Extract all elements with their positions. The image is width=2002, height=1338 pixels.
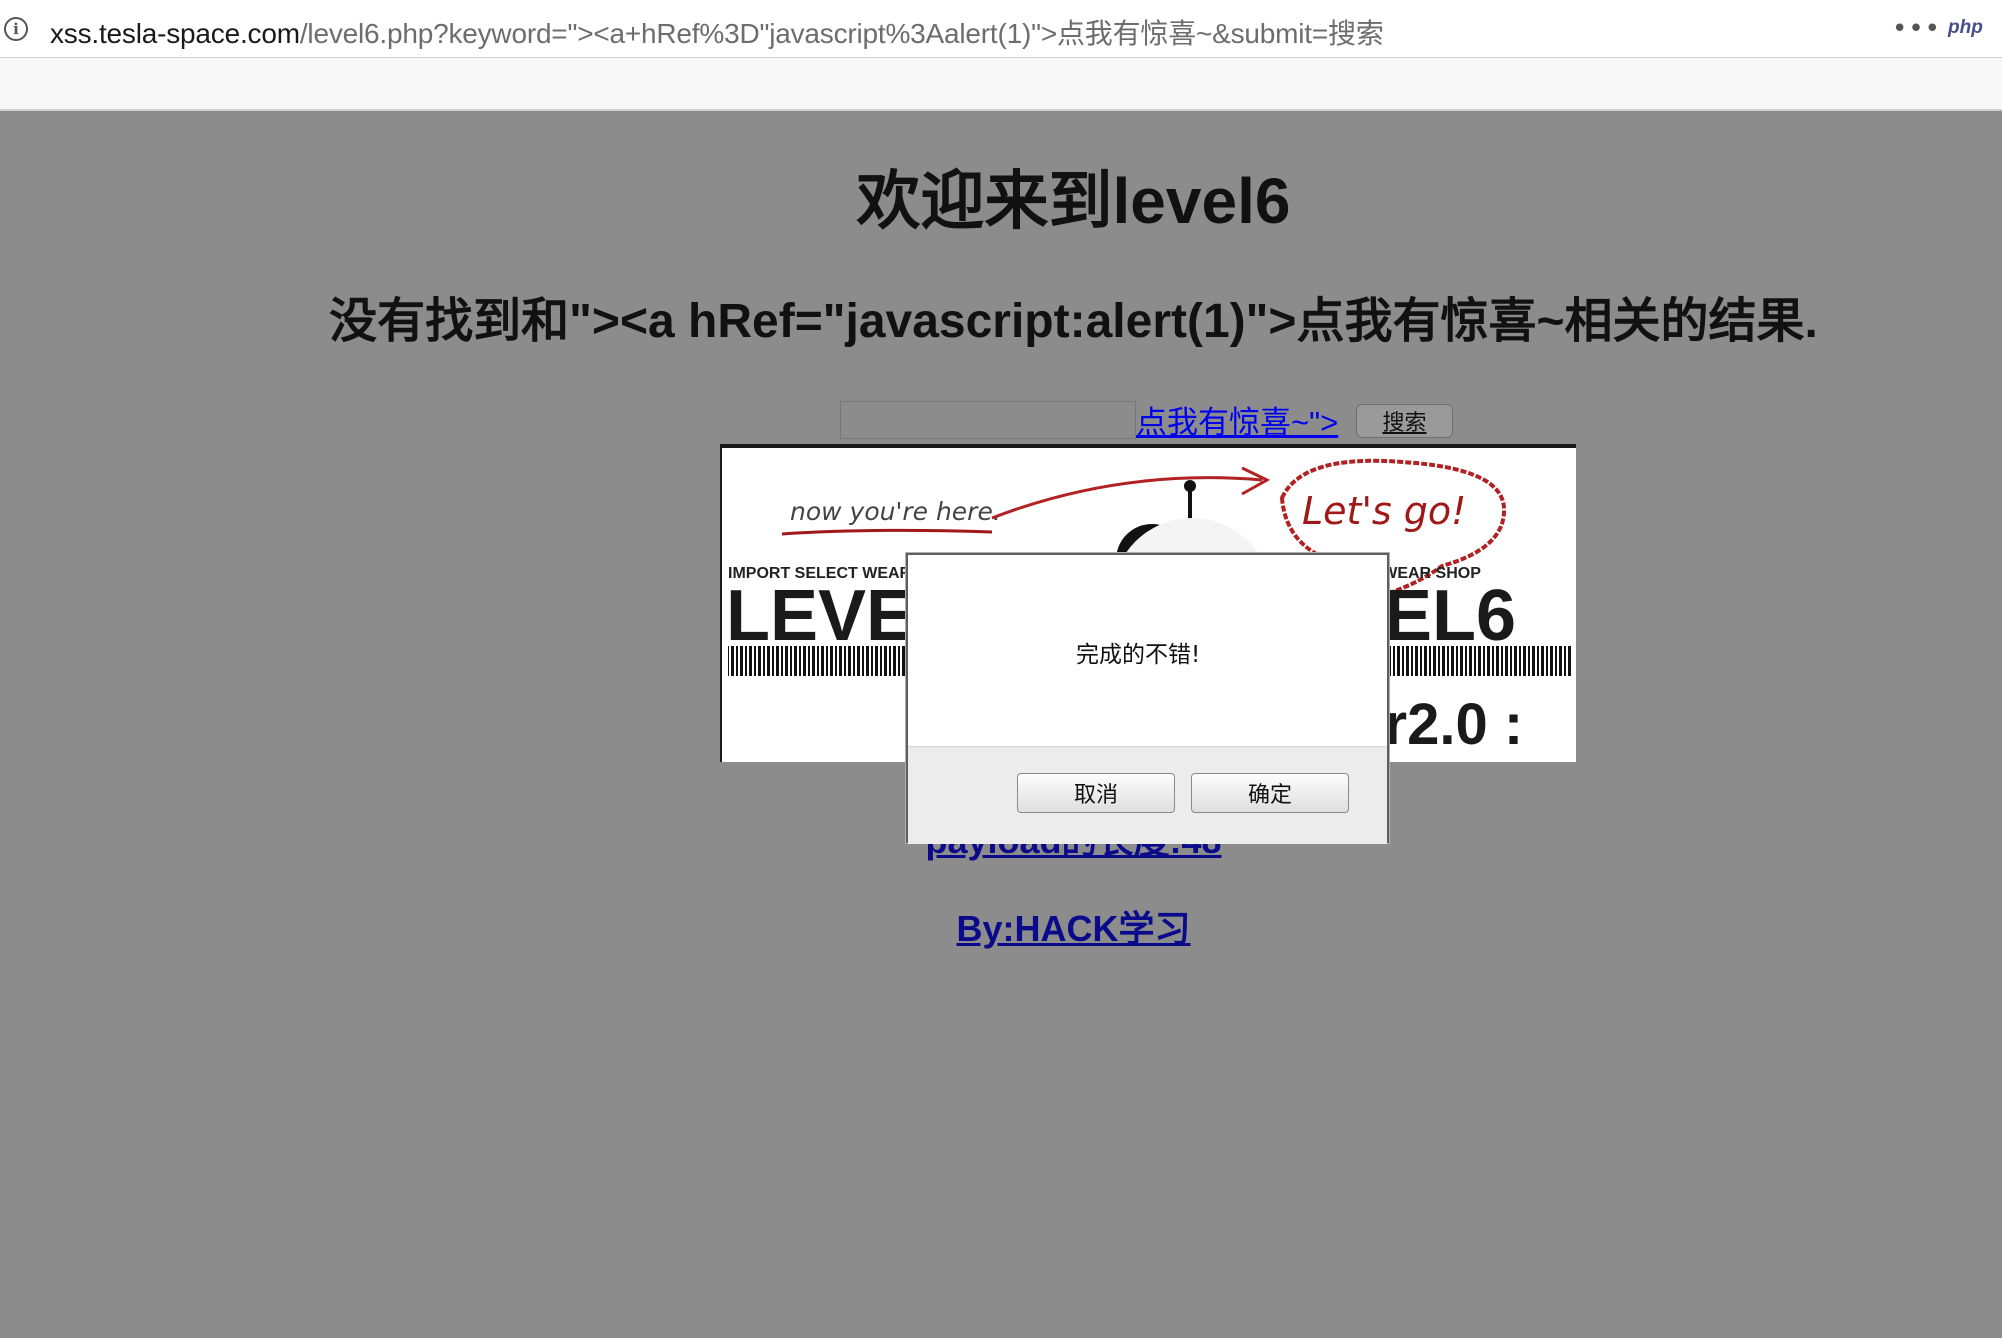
address-bar[interactable]: i xss.tesla-space.com/level6.php?keyword… [0, 0, 2002, 58]
bubble-text: Let's go! [1302, 489, 1466, 533]
banner-note-text: now you're here. [790, 497, 1001, 526]
page-title: 欢迎来到level6 [856, 165, 1291, 237]
php-site-badge[interactable]: php [1948, 17, 1983, 39]
injected-link[interactable]: 点我有惊喜~"> [1136, 397, 1338, 442]
url-text[interactable]: xss.tesla-space.com/level6.php?keyword="… [50, 12, 1384, 52]
dialog-footer: 取消 确定 [908, 746, 1387, 844]
info-icon[interactable]: i [4, 17, 28, 41]
search-result-message: 没有找到和"><a hRef="javascript:alert(1)">点我有… [329, 295, 1818, 348]
search-button[interactable]: 搜索 [1356, 404, 1453, 438]
dialog-message: 完成的不错! [1076, 642, 1201, 668]
banner-arrow-head [1241, 466, 1271, 496]
banner-underline [781, 528, 993, 536]
dialog-body: 完成的不错! [908, 555, 1387, 746]
alert-dialog: 完成的不错! 取消 确定 [906, 553, 1389, 844]
ok-button[interactable]: 确定 [1191, 773, 1349, 813]
robot-antenna-tip [1184, 480, 1196, 492]
cancel-button[interactable]: 取消 [1017, 773, 1175, 813]
more-actions-icon[interactable]: ••• [1892, 14, 1941, 44]
banner-arrow [991, 476, 1263, 520]
author-link[interactable]: By:HACK学习 [0, 900, 2002, 952]
bookmark-bar [0, 58, 2002, 111]
search-input[interactable] [840, 401, 1136, 439]
url-path: /level6.php?keyword="><a+hRef%3D"javascr… [299, 18, 1384, 49]
url-host: xss.tesla-space.com [50, 18, 300, 49]
